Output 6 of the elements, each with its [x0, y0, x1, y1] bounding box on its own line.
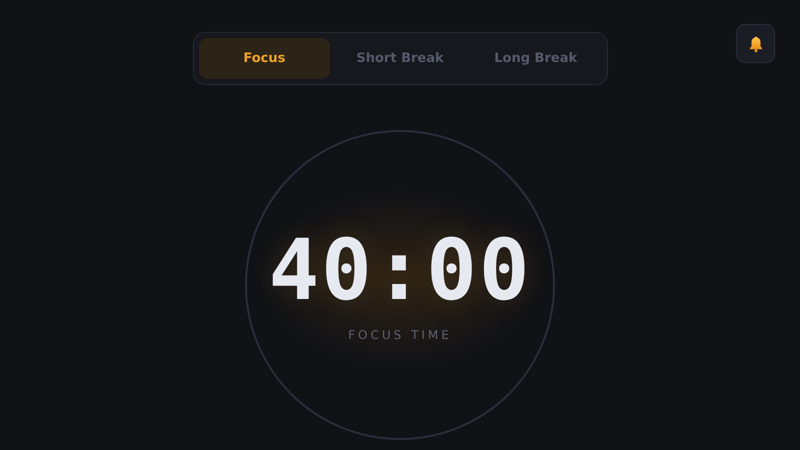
mode-tab[interactable]: Long Break	[470, 38, 602, 79]
timer-display: 40:00	[268, 228, 532, 312]
mode-tab[interactable]: Short Break	[334, 38, 466, 79]
mode-tab[interactable]: Focus	[198, 38, 330, 79]
notification-button[interactable]	[736, 24, 775, 63]
timer-caption: FOCUS TIME	[348, 328, 452, 342]
